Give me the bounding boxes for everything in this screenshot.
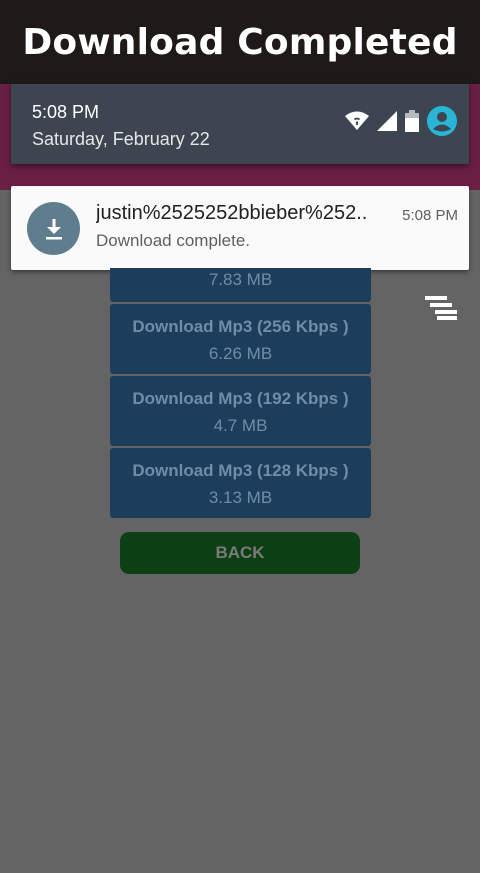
notification-text: Download complete. bbox=[96, 231, 251, 250]
banner-title: Download Completed bbox=[22, 21, 458, 63]
download-mp3-128-button[interactable]: Download Mp3 (128 Kbps ) 3.13 MB bbox=[110, 448, 371, 518]
queue-menu-icon[interactable] bbox=[425, 296, 459, 322]
download-notification[interactable]: justin%2525252bbieber%252.. 5:08 PM Down… bbox=[11, 186, 469, 270]
signal-icon[interactable] bbox=[377, 111, 397, 131]
wifi-icon[interactable] bbox=[345, 111, 369, 131]
download-size: 7.83 MB bbox=[208, 270, 273, 289]
back-button-label: BACK bbox=[215, 543, 265, 562]
download-label: Download Mp3 (192 Kbps ) bbox=[132, 389, 349, 408]
back-button[interactable]: BACK bbox=[120, 532, 360, 574]
download-mp3-256-button[interactable]: Download Mp3 (256 Kbps ) 6.26 MB bbox=[110, 304, 371, 374]
page-banner: Download Completed bbox=[0, 0, 480, 84]
account-icon[interactable] bbox=[427, 106, 457, 136]
notification-time: 5:08 PM bbox=[402, 207, 458, 224]
download-label: Download Mp3 (128 Kbps ) bbox=[132, 461, 349, 480]
download-icon bbox=[45, 218, 62, 239]
download-button-partial[interactable]: 7.83 MB bbox=[110, 268, 371, 302]
status-icons bbox=[345, 106, 457, 136]
notification-title: justin%2525252bbieber%252.. bbox=[96, 202, 368, 224]
download-mp3-192-button[interactable]: Download Mp3 (192 Kbps ) 4.7 MB bbox=[110, 376, 371, 446]
download-size: 6.26 MB bbox=[208, 344, 273, 363]
notification-icon-circle bbox=[27, 202, 80, 255]
download-label: Download Mp3 (256 Kbps ) bbox=[132, 317, 349, 336]
status-date[interactable]: Saturday, February 22 bbox=[32, 129, 210, 150]
status-time: 5:08 PM bbox=[32, 102, 100, 122]
download-size: 3.13 MB bbox=[208, 488, 273, 507]
download-size: 4.7 MB bbox=[213, 416, 268, 435]
notification-shade-header: 5:08 PM Saturday, February 22 bbox=[11, 84, 469, 164]
battery-icon[interactable] bbox=[405, 110, 419, 132]
